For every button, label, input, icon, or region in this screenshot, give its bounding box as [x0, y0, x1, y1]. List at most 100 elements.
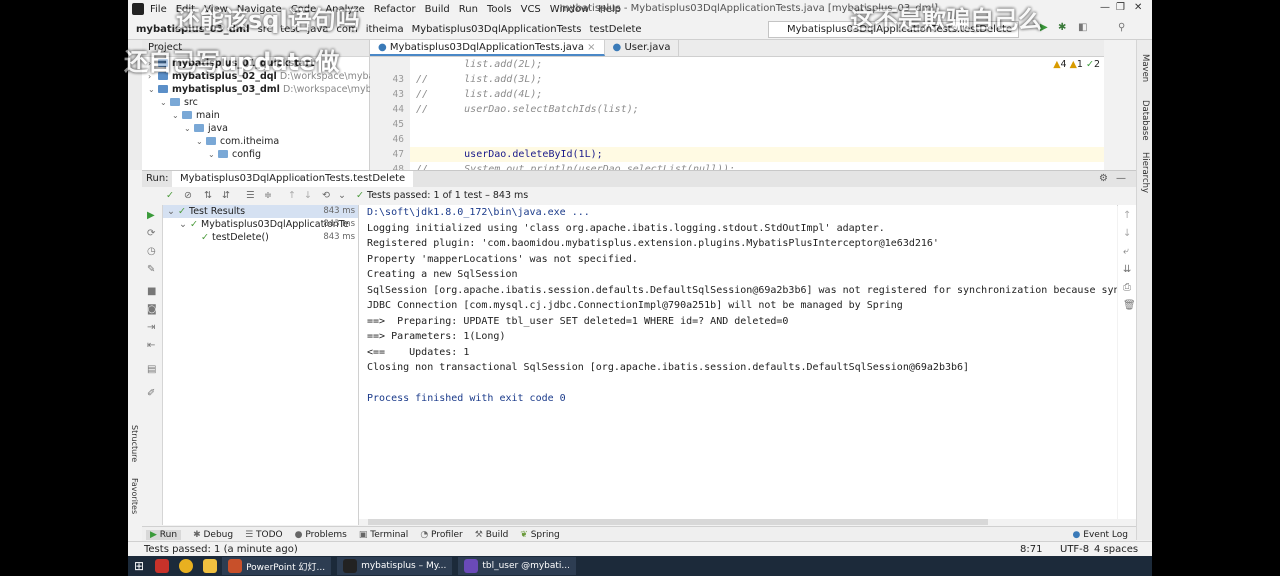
minimize-icon[interactable]: — [1100, 2, 1110, 13]
tree-item-src[interactable]: ⌄ src [142, 96, 369, 109]
tool-tab-terminal[interactable]: ▣ Terminal [359, 530, 408, 540]
soft-wrap-icon[interactable]: ⤶ [1123, 247, 1133, 257]
pin-icon[interactable]: ✐ [147, 389, 157, 399]
indent-setting[interactable]: 4 spaces [1094, 542, 1138, 556]
debug-icon[interactable]: ✱ [1058, 22, 1066, 33]
rerun-icon[interactable]: ▶ [147, 211, 157, 221]
code-line[interactable]: list.add(2L); [410, 57, 1104, 72]
code-line[interactable] [410, 132, 1104, 147]
taskbar-app-icon[interactable] [155, 559, 170, 573]
tool-tab-debug[interactable]: ✱ Debug [193, 530, 233, 540]
taskbar-datagrip[interactable]: tbl_user @mybati... [458, 557, 577, 575]
toggle-auto-test-icon[interactable]: ◷ [147, 247, 157, 257]
code-line-current[interactable]: userDao.deleteById(1L); [410, 147, 1104, 162]
export-icon[interactable]: ⇤ [147, 341, 157, 351]
show-passed-icon[interactable]: ✓ [166, 190, 174, 201]
status-message[interactable]: Tests passed: 1 (a minute ago) [128, 544, 298, 555]
tool-tab-event-log[interactable]: ● Event Log [1073, 530, 1128, 540]
import-tests-icon[interactable]: ⇥ [147, 323, 157, 333]
code-line[interactable]: // System.out.println(userDao.selectList… [410, 162, 1104, 170]
maven-tool-tab[interactable]: Maven [1140, 54, 1150, 82]
layout-icon[interactable]: ▤ [147, 365, 157, 375]
down-arrow-icon[interactable]: ↓ [1123, 229, 1133, 239]
tool-tab-todo[interactable]: ☰ TODO [245, 530, 283, 540]
menu-run[interactable]: Run [459, 4, 478, 15]
taskbar-powerpoint[interactable]: PowerPoint 幻灯... [222, 557, 332, 575]
tool-tab-problems[interactable]: ● Problems [295, 530, 347, 540]
maximize-icon[interactable]: ❐ [1116, 2, 1125, 13]
menu-tools[interactable]: Tools [487, 4, 512, 15]
windows-start-icon[interactable]: ⊞ [134, 559, 144, 573]
folder-icon [182, 111, 192, 119]
code-line[interactable]: // userDao.selectBatchIds(list); [410, 102, 1104, 117]
console-line: Process finished with exit code 0 [367, 393, 566, 404]
tool-tab-profiler[interactable]: ◔ Profiler [420, 530, 462, 540]
code-line[interactable]: // list.add(4L); [410, 87, 1104, 102]
favorites-tool-tab[interactable]: Favorites [130, 478, 139, 514]
tool-tab-run[interactable]: ▶ Run [146, 529, 182, 540]
console-output[interactable]: D:\soft\jdk1.8.0_172\bin\java.exe ... Lo… [359, 205, 1117, 519]
tree-item-package[interactable]: ⌄ com.itheima [142, 135, 369, 148]
tool-tab-build[interactable]: ⚒ Build [475, 530, 509, 540]
powerpoint-icon [228, 559, 243, 573]
line-number: 44 [392, 104, 404, 115]
file-encoding[interactable]: UTF-8 [1060, 542, 1089, 556]
stop-icon[interactable]: ■ [147, 287, 157, 297]
menu-build[interactable]: Build [425, 4, 450, 15]
test-tree-class[interactable]: ⌄ ✓ Mybatisplus03DqlApplicationTe 843 ms [163, 218, 358, 231]
sort-duration-icon[interactable]: ⇵ [222, 190, 230, 201]
structure-tool-tab[interactable]: Structure [130, 425, 139, 462]
breadcrumb-method[interactable]: testDelete [590, 24, 642, 35]
more-icon[interactable]: ⌄ [338, 190, 346, 201]
tab-test-class[interactable]: ● Mybatisplus03DqlApplicationTests.java … [370, 40, 605, 56]
tab-user-class[interactable]: ● User.java [605, 40, 680, 56]
collapse-all-icon[interactable]: ≑ [264, 190, 272, 201]
previous-test-icon[interactable]: ↑ [288, 190, 296, 201]
code-line[interactable] [410, 117, 1104, 132]
caret-position[interactable]: 8:71 [1020, 542, 1042, 556]
tree-item-module-03[interactable]: ⌄ mybatisplus_03_dml D:\workspace\mybatis… [142, 83, 408, 96]
code-line[interactable]: // list.add(3L); [410, 72, 1104, 87]
database-tool-tab[interactable]: Database [1140, 100, 1150, 141]
menu-vcs[interactable]: VCS [521, 4, 541, 15]
run-tab[interactable]: Mybatisplus03DqlApplicationTests.testDel… [172, 171, 414, 187]
tree-item-main[interactable]: ⌄ main [142, 109, 369, 122]
breadcrumb-itheima[interactable]: itheima [366, 24, 404, 35]
sort-alpha-icon[interactable]: ⇅ [204, 190, 212, 201]
hide-panel-icon[interactable]: — [1116, 171, 1126, 187]
gear-icon[interactable]: ⚙ [1099, 171, 1108, 187]
taskbar-intellij[interactable]: mybatisplus – My... [337, 557, 453, 575]
breadcrumb-class[interactable]: Mybatisplus03DqlApplicationTests [412, 24, 582, 35]
show-ignored-icon[interactable]: ⊘ [184, 190, 192, 201]
print-icon[interactable]: ⎙ [1123, 283, 1133, 293]
hierarchy-tool-tab[interactable]: Hierarchy [1140, 152, 1150, 193]
trash-icon[interactable]: 🗑 [1123, 301, 1136, 311]
test-tree-method[interactable]: ✓ testDelete() 843 ms [163, 231, 358, 244]
close-tab-icon[interactable]: × [296, 171, 304, 187]
inspection-widget[interactable]: ▲4 ▲1 ✓2 [1053, 59, 1100, 70]
tree-item-java[interactable]: ⌄ java [142, 122, 369, 135]
next-test-icon[interactable]: ↓ [304, 190, 312, 201]
file-explorer-icon[interactable] [203, 559, 218, 573]
close-icon[interactable]: ✕ [1134, 2, 1142, 13]
menu-refactor[interactable]: Refactor [374, 4, 416, 15]
history-icon[interactable]: ⟲ [322, 190, 330, 201]
tree-item-config[interactable]: ⌄ config [142, 148, 369, 161]
camera-icon[interactable]: ◙ [147, 305, 157, 315]
coverage-icon[interactable]: ◧ [1078, 22, 1087, 33]
scroll-to-end-icon[interactable]: ⇊ [1123, 265, 1133, 275]
chrome-icon[interactable] [179, 559, 194, 573]
subtitle-overlay: 这不是欺骗自己么 [850, 6, 1042, 34]
search-everywhere-icon[interactable]: ⚲ [1118, 22, 1125, 33]
folder-icon [218, 150, 228, 158]
expand-all-icon[interactable]: ☰ [246, 190, 255, 201]
wrench-icon[interactable]: ✎ [147, 265, 157, 275]
test-tree-root[interactable]: ⌄ ✓ Test Results 843 ms [163, 205, 358, 218]
rerun-failed-icon[interactable]: ⟳ [147, 229, 157, 239]
up-arrow-icon[interactable]: ↑ [1123, 211, 1133, 221]
code-editor[interactable]: list.add(2L); // list.add(3L); // list.a… [410, 57, 1104, 170]
tool-tab-spring[interactable]: ❦ Spring [520, 530, 559, 540]
menu-file[interactable]: File [150, 4, 167, 15]
console-line: D:\soft\jdk1.8.0_172\bin\java.exe ... [367, 207, 590, 218]
horizontal-scrollbar[interactable] [368, 519, 988, 525]
